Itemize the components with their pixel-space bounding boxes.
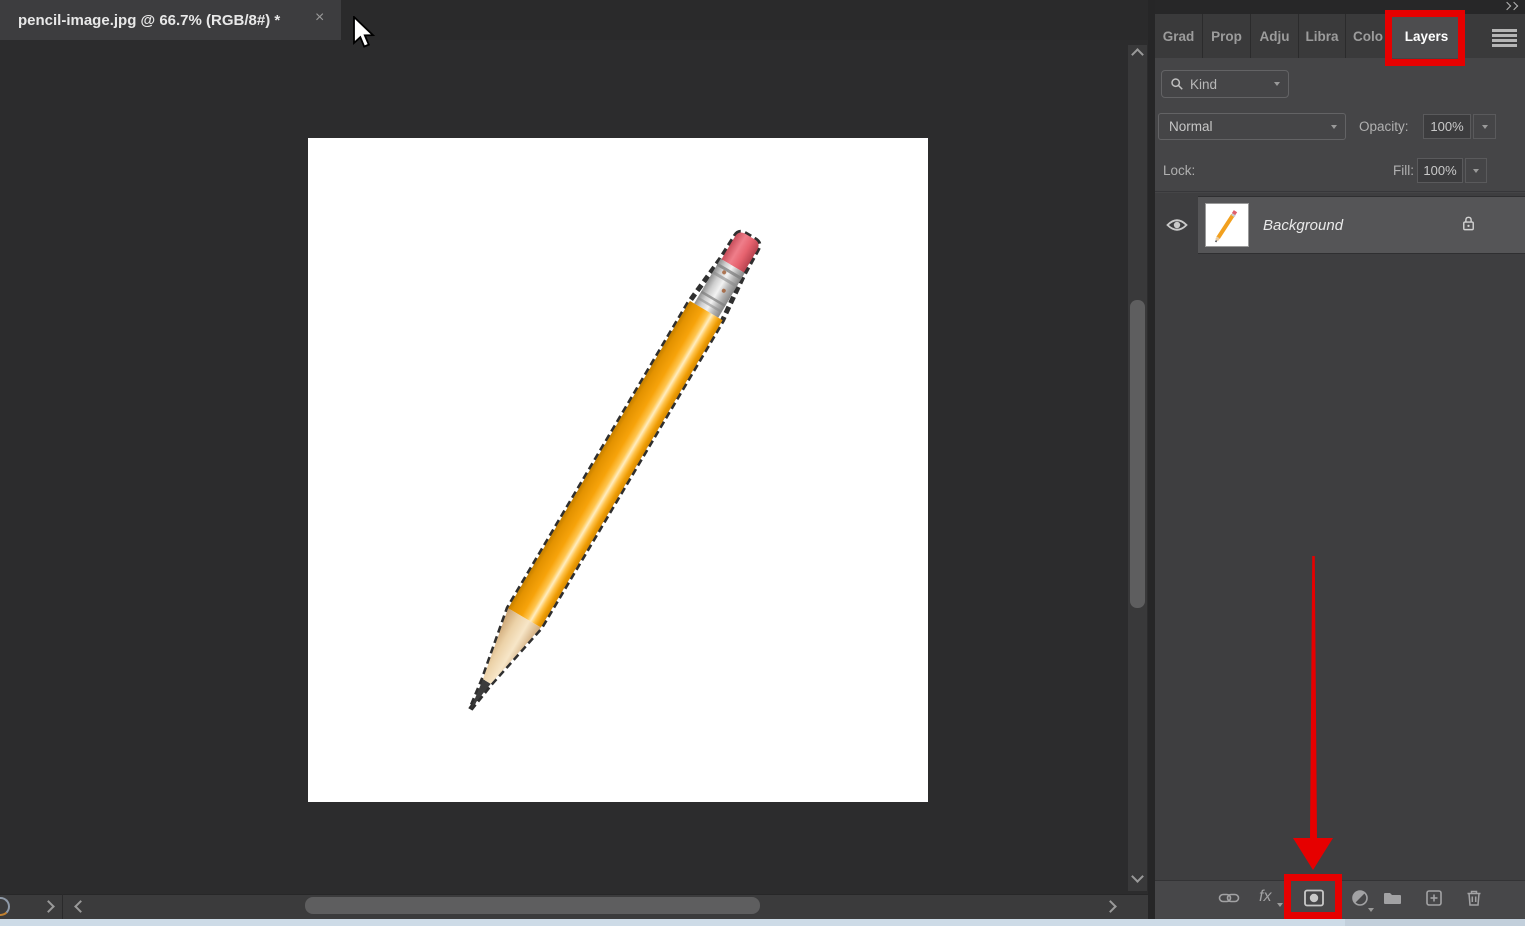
layer-row-background[interactable]: Background <box>1155 196 1525 254</box>
layer-filter-row: Kind <box>1155 58 1525 106</box>
layer-thumbnail[interactable] <box>1205 203 1249 247</box>
chevron-down-icon <box>1331 125 1337 129</box>
tab-properties[interactable]: Prop <box>1203 14 1251 58</box>
tab-libraries[interactable]: Libra <box>1299 14 1346 58</box>
fill-dropdown-icon[interactable] <box>1465 158 1487 183</box>
document-canvas[interactable] <box>308 138 928 802</box>
panel-tab-bar: Grad Prop Adju Libra Colo Layers <box>1155 14 1525 58</box>
layers-list[interactable]: Background <box>1155 193 1525 880</box>
blend-mode-dropdown[interactable]: Normal <box>1158 113 1346 140</box>
collapse-panels-icon[interactable] <box>1504 3 1517 9</box>
tab-layers[interactable]: Layers <box>1391 14 1462 58</box>
horizontal-scrollbar-thumb[interactable] <box>305 897 760 914</box>
filter-kind-dropdown[interactable]: Kind <box>1161 70 1289 98</box>
new-group-icon[interactable] <box>1382 888 1403 913</box>
lock-label: Lock: <box>1163 163 1195 178</box>
fill-value[interactable]: 100% <box>1417 158 1463 183</box>
document-tab-bar: pencil-image.jpg @ 66.7% (RGB/8#) * × <box>0 0 1148 40</box>
lock-row: Lock: <box>1155 148 1525 192</box>
layers-panel: Grad Prop Adju Libra Colo Layers Kind <box>1155 0 1525 919</box>
delete-layer-icon[interactable] <box>1464 888 1484 913</box>
opacity-dropdown-icon[interactable] <box>1473 114 1496 139</box>
search-icon <box>1170 77 1184 91</box>
tab-color[interactable]: Colo <box>1346 14 1391 58</box>
document-title: pencil-image.jpg @ 66.7% (RGB/8#) * <box>18 12 280 29</box>
adjustment-dropdown-icon <box>1368 908 1374 912</box>
panel-menu-icon[interactable] <box>1492 29 1517 32</box>
add-layer-mask-icon[interactable] <box>1303 888 1325 913</box>
link-layers-icon[interactable] <box>1218 888 1240 913</box>
fx-dropdown-icon <box>1277 903 1283 907</box>
layer-effects-icon[interactable]: fx <box>1259 888 1271 906</box>
photoshop-window: pencil-image.jpg @ 66.7% (RGB/8#) * × <box>0 0 1525 926</box>
eye-icon[interactable] <box>1166 217 1188 233</box>
blend-mode-row: Normal Opacity: 100% <box>1155 106 1525 148</box>
vertical-scrollbar-thumb[interactable] <box>1130 300 1145 608</box>
tab-adjustments[interactable]: Adju <box>1251 14 1299 58</box>
layer-name[interactable]: Background <box>1263 217 1460 234</box>
close-tab-icon[interactable]: × <box>315 9 324 27</box>
blend-mode-value: Normal <box>1169 119 1331 134</box>
taskbar-edge-segment <box>1345 919 1525 926</box>
new-layer-icon[interactable] <box>1424 888 1444 913</box>
statusbar-divider <box>62 894 63 919</box>
layer-selected-area[interactable]: Background <box>1198 196 1525 254</box>
document-tab[interactable]: pencil-image.jpg @ 66.7% (RGB/8#) * × <box>0 0 341 40</box>
pencil-image <box>308 138 928 802</box>
filter-kind-label: Kind <box>1190 77 1274 92</box>
opacity-value[interactable]: 100% <box>1423 114 1471 139</box>
tab-gradients[interactable]: Grad <box>1155 14 1203 58</box>
chevron-down-icon <box>1274 82 1280 86</box>
panel-top-strip <box>1155 0 1525 14</box>
visibility-cell[interactable] <box>1155 196 1198 254</box>
taskbar-edge <box>0 919 1525 926</box>
new-adjustment-layer-icon[interactable] <box>1350 888 1370 913</box>
opacity-label: Opacity: <box>1359 119 1409 134</box>
panel-separator <box>1148 0 1155 919</box>
fill-label: Fill: <box>1393 163 1414 178</box>
layer-lock-icon[interactable] <box>1460 214 1477 237</box>
